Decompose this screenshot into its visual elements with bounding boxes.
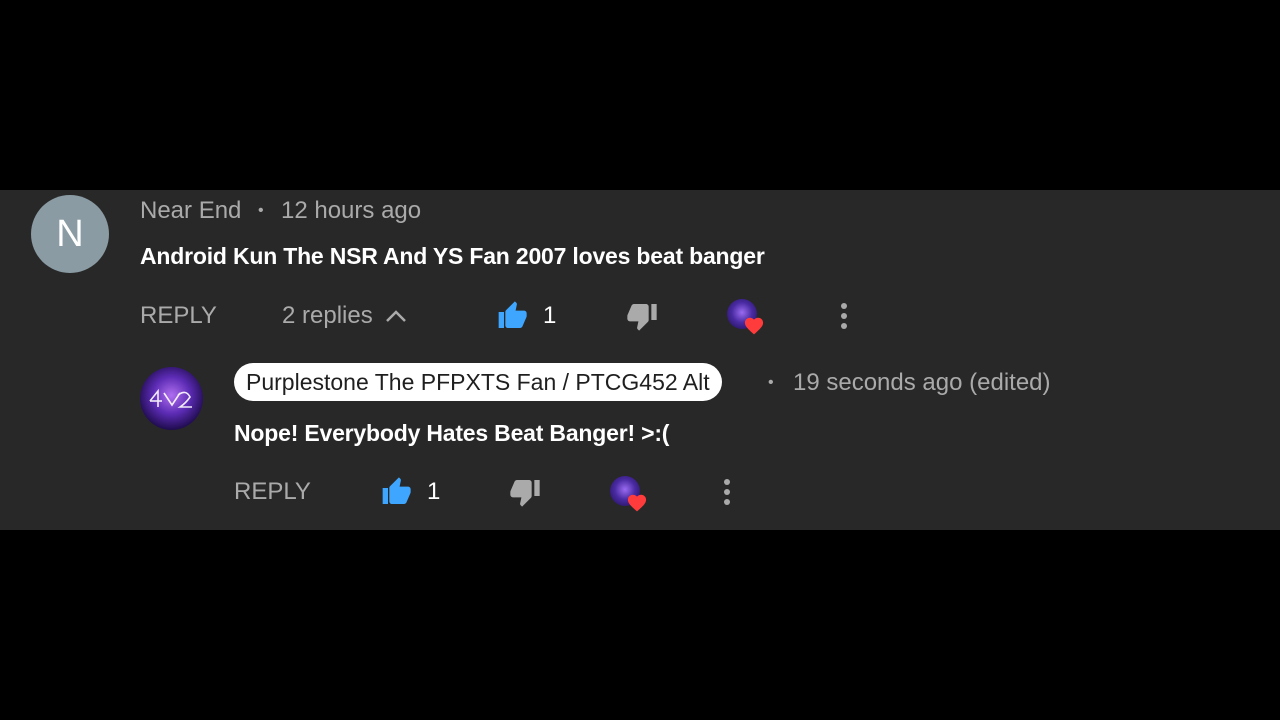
heart-icon: [627, 494, 647, 512]
commenter-avatar[interactable]: N: [31, 195, 109, 273]
like-count: 1: [427, 478, 441, 505]
reply-button[interactable]: REPLY: [140, 302, 217, 330]
comment-timestamp[interactable]: 12 hours ago: [281, 197, 421, 225]
reply-timestamp[interactable]: 19 seconds ago (edited): [793, 369, 1051, 397]
like-count: 1: [543, 302, 557, 329]
replies-label: 2 replies: [282, 302, 373, 329]
creator-heart-icon[interactable]: [727, 299, 769, 337]
reply-author-avatar[interactable]: [140, 367, 203, 430]
thumbs-up-icon[interactable]: [494, 300, 530, 332]
separator-dot: •: [258, 202, 264, 219]
replies-toggle[interactable]: 2 replies: [282, 302, 407, 330]
heart-icon: [744, 317, 764, 335]
more-vert-icon[interactable]: [838, 302, 850, 330]
creator-heart-icon[interactable]: [610, 476, 652, 514]
author-name-badge[interactable]: Purplestone The PFPXTS Fan / PTCG452 Alt: [234, 363, 722, 401]
reply-text: Nope! Everybody Hates Beat Banger! >:(: [234, 420, 670, 446]
reply-button[interactable]: REPLY: [234, 478, 311, 506]
chevron-up-icon: [385, 310, 406, 322]
more-vert-icon[interactable]: [721, 478, 733, 506]
separator-dot: •: [768, 374, 774, 391]
logo-avatar-graphic: [149, 388, 192, 408]
comment-author[interactable]: Near End: [140, 197, 241, 225]
thumbs-down-icon[interactable]: [624, 300, 660, 332]
comment-text: Android Kun The NSR And YS Fan 2007 love…: [140, 243, 765, 269]
thumbs-up-icon[interactable]: [378, 476, 414, 508]
thumbs-down-icon[interactable]: [507, 476, 543, 508]
